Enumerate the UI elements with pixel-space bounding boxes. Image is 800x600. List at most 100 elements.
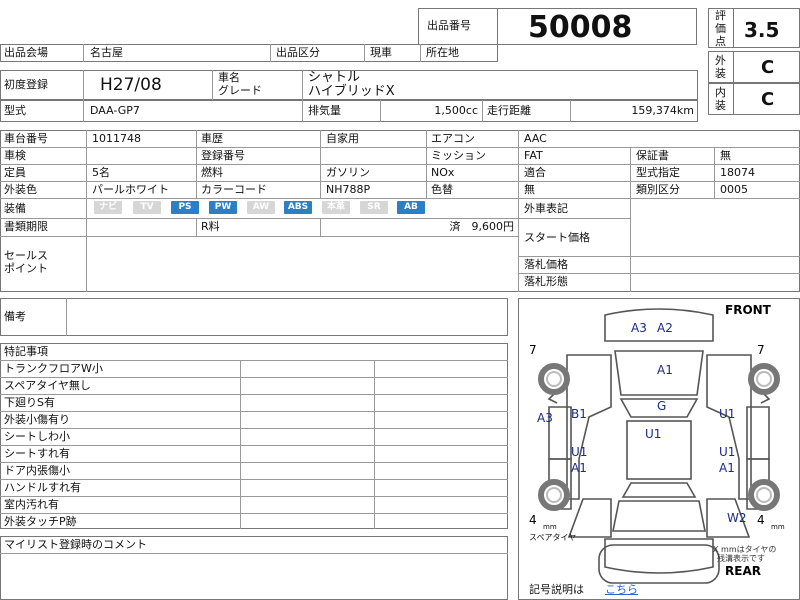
- exterior-label-1: 外: [715, 54, 726, 67]
- equip-leather-badge: 本革: [322, 201, 350, 214]
- rating-label-3: 点: [715, 35, 726, 48]
- reg-no-label: 登録番号: [201, 149, 245, 162]
- color-code-value: NH788P: [326, 183, 371, 196]
- mark-a3-front: A3: [631, 321, 647, 335]
- color-value: パールホワイト: [92, 183, 169, 196]
- remarks-box: [0, 298, 508, 336]
- note-item: 室内汚れ有: [4, 498, 59, 511]
- category-value: 0005: [720, 183, 748, 196]
- compliance-label: 適合: [524, 166, 546, 179]
- sales-point-label-2: ポイント: [4, 262, 48, 275]
- note-item: 外装タッチP跡: [4, 515, 77, 528]
- rating-value-cell: 3.5: [733, 8, 800, 48]
- auction-sheet: 出品番号 50008 評 価 点 3.5 外 装 C 内 装 C 出品会場 名古…: [0, 0, 800, 600]
- tire-rl-depth: 4: [529, 513, 537, 527]
- interior-label-2: 装: [715, 99, 726, 112]
- fuel-label: 燃料: [201, 166, 223, 179]
- tire-rr-depth: 4: [757, 513, 765, 527]
- model-designation-label: 型式指定: [636, 166, 680, 179]
- note-item: シートしわ小: [4, 430, 70, 443]
- rating-label-2: 価: [715, 22, 726, 35]
- note-item: 外装小傷有り: [4, 413, 70, 426]
- displacement-label: 排気量: [308, 104, 341, 117]
- note-item: ドア内張傷小: [4, 464, 70, 477]
- venue-value: 名古屋: [90, 46, 123, 59]
- mileage-value: 159,374km: [631, 104, 694, 117]
- lot-number: 50008: [528, 10, 633, 45]
- legend-link[interactable]: こちら: [605, 583, 638, 597]
- note-item: 下廻りS有: [4, 396, 55, 409]
- exterior-label-2: 装: [715, 67, 726, 80]
- warranty-label: 保証書: [636, 149, 669, 162]
- location-label: 所在地: [426, 46, 459, 59]
- first-reg-value: H27/08: [100, 75, 162, 95]
- warranty-value: 無: [720, 149, 731, 162]
- sale-form-label: 落札形態: [524, 275, 568, 288]
- front-label: FRONT: [725, 303, 771, 317]
- mark-u1-roof: U1: [645, 427, 662, 441]
- rating-score: 3.5: [744, 18, 780, 42]
- model-label: 型式: [4, 104, 26, 117]
- damage-diagram: FRONT REAR 7 7 4 4 mm mm スペアタイヤ A3 A2 A1…: [518, 298, 800, 600]
- lot-label-cell: 出品番号: [418, 8, 498, 45]
- notes-label: 特記事項: [4, 345, 48, 358]
- start-price-label: スタート価格: [524, 231, 590, 244]
- note-item: ハンドルすれ有: [4, 481, 81, 494]
- equip-navi-badge: ナビ: [94, 201, 122, 214]
- note-item: スペアタイヤ無し: [4, 379, 91, 392]
- exterior-label-cell: 外 装: [708, 51, 734, 83]
- car-grade: ハイブリッドX: [308, 84, 395, 99]
- listing-class-value: 現車: [370, 46, 392, 59]
- mark-u1-right-front: U1: [719, 407, 736, 421]
- tire-rr-unit: mm: [771, 523, 785, 531]
- mark-a1-left-door: A1: [571, 461, 587, 475]
- mark-w2-rear: W2: [727, 511, 747, 525]
- equip-sr-badge: SR: [360, 201, 388, 214]
- mark-u1-right-door: U1: [719, 445, 736, 459]
- repaint-value: 無: [524, 183, 535, 196]
- history-label: 車歴: [201, 132, 223, 145]
- interior-grade: C: [761, 89, 775, 110]
- remarks-label: 備考: [4, 310, 26, 323]
- lot-number-cell: 50008: [497, 8, 697, 45]
- interior-grade-cell: C: [733, 83, 800, 115]
- note-item: トランクフロアW小: [4, 362, 103, 375]
- inspection-label: 車検: [4, 149, 26, 162]
- r-fee-label: R料: [201, 220, 220, 233]
- capacity-label: 定員: [4, 166, 26, 179]
- equip-ps-badge: PS: [171, 201, 199, 214]
- rating-label-cell: 評 価 点: [708, 8, 734, 48]
- mark-a2-front: A2: [657, 321, 673, 335]
- first-reg-label: 初度登録: [4, 78, 48, 91]
- equipment-label: 装備: [4, 202, 26, 215]
- color-label: 外装色: [4, 183, 37, 196]
- tire-note-2: 残溝表示です: [717, 554, 765, 563]
- equip-aw-badge: AW: [247, 201, 275, 214]
- docs-label: 書類期限: [4, 220, 48, 233]
- note-item: シートすれ有: [4, 447, 70, 460]
- sales-point-label-1: セールス: [4, 249, 48, 262]
- r-fee-value: 済 9,600円: [449, 220, 515, 233]
- grade-label: グレード: [218, 84, 262, 97]
- chassis-no: 1011748: [92, 132, 141, 145]
- equip-abs-badge: ABS: [284, 201, 312, 214]
- car-name-label: 車名: [218, 71, 240, 84]
- tire-rl-unit: mm: [543, 523, 557, 531]
- legend-label: 記号説明は: [529, 583, 584, 596]
- model-designation-value: 18074: [720, 166, 755, 179]
- interior-label-1: 内: [715, 86, 726, 99]
- mark-u1-left-door: U1: [571, 445, 588, 459]
- aircon-value: AAC: [524, 132, 547, 145]
- aircon-label: エアコン: [431, 132, 475, 145]
- exterior-grade-cell: C: [733, 51, 800, 83]
- hammer-price-label: 落札価格: [524, 258, 568, 271]
- car-name: シャトル: [308, 70, 361, 85]
- model-value: DAA-GP7: [90, 104, 140, 117]
- repaint-label: 色替: [431, 183, 453, 196]
- interior-label-cell: 内 装: [708, 83, 734, 115]
- chassis-no-label: 車台番号: [4, 132, 48, 145]
- mission-value: FAT: [524, 149, 543, 162]
- equip-pw-badge: PW: [209, 201, 237, 214]
- rating-label-1: 評: [715, 9, 726, 22]
- fuel-value: ガソリン: [326, 166, 370, 179]
